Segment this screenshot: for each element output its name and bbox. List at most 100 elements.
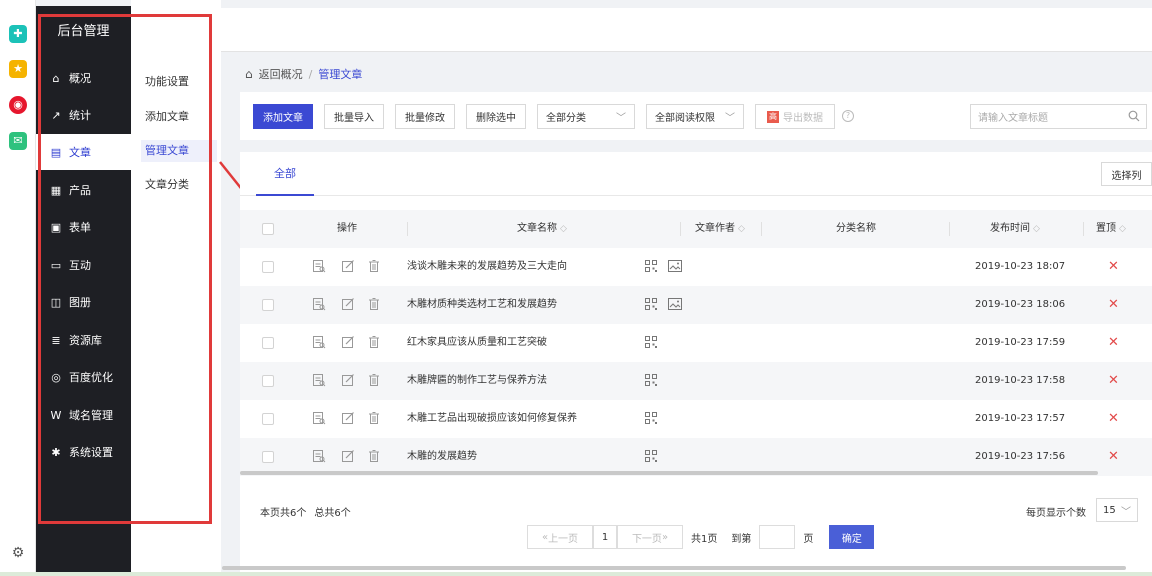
submenu-item-1[interactable]: 功能设置 <box>141 71 217 93</box>
sort-icon: ◇ <box>1033 224 1040 234</box>
page-number-button[interactable]: 1 <box>593 525 617 549</box>
not-pinned-icon[interactable]: ✕ <box>1108 438 1119 476</box>
qrcode-icon[interactable] <box>645 260 657 272</box>
article-title[interactable]: 木雕材质种类选材工艺和发展趋势 <box>407 286 557 324</box>
not-pinned-icon[interactable]: ✕ <box>1108 400 1119 438</box>
submenu-item-3[interactable]: 管理文章 <box>141 140 217 162</box>
sidebar-item-9[interactable]: ◎ 百度优化 <box>36 359 131 395</box>
qrcode-icon[interactable] <box>645 336 657 348</box>
tab-all[interactable]: 全部 <box>256 152 314 196</box>
preview-icon[interactable] <box>312 449 326 463</box>
article-title[interactable]: 木雕牌匾的制作工艺与保养方法 <box>407 362 547 400</box>
preview-icon[interactable] <box>312 411 326 425</box>
row-checkbox[interactable] <box>262 299 274 311</box>
help-icon[interactable]: ? <box>842 110 854 122</box>
delete-selected-button[interactable]: 删除选中 <box>466 104 526 129</box>
row-checkbox[interactable] <box>262 261 274 273</box>
header-pin[interactable]: 置顶 ◇ <box>1096 210 1126 248</box>
header-date[interactable]: 发布时间 ◇ <box>990 210 1040 248</box>
sidebar-item-label: 文章 <box>69 146 91 159</box>
page-horizontal-scrollbar[interactable] <box>222 566 1126 570</box>
header-category: 分类名称 <box>836 223 876 234</box>
next-page-button[interactable]: 下一页 » <box>617 525 683 549</box>
sidebar-item-3[interactable]: ▤ 文章 <box>36 134 131 170</box>
sidebar-item-6[interactable]: ▭ 互动 <box>36 247 131 283</box>
sidebar-item-label: 表单 <box>69 221 91 234</box>
sidebar-item-2[interactable]: ↗ 统计 <box>36 97 131 133</box>
settings-gear-icon[interactable]: ⚙ <box>9 544 27 562</box>
header-divider <box>680 222 681 236</box>
image-icon[interactable] <box>668 298 682 310</box>
edit-icon[interactable] <box>341 259 355 273</box>
category-select-value: 全部分类 <box>546 113 586 124</box>
not-pinned-icon[interactable]: ✕ <box>1108 362 1119 400</box>
choose-columns-button[interactable]: 选择列 <box>1101 162 1152 186</box>
image-icon[interactable] <box>668 260 682 272</box>
row-checkbox[interactable] <box>262 337 274 349</box>
permission-select[interactable]: 全部阅读权限 ﹀ <box>646 104 744 129</box>
not-pinned-icon[interactable]: ✕ <box>1108 324 1119 362</box>
app-icon[interactable]: ✚ <box>9 25 27 43</box>
batch-import-button[interactable]: 批量导入 <box>324 104 384 129</box>
preview-icon[interactable] <box>312 373 326 387</box>
search-input[interactable]: 请输入文章标题 <box>970 104 1147 129</box>
horizontal-scrollbar[interactable] <box>240 471 1098 475</box>
mail-icon[interactable]: ✉ <box>9 132 27 150</box>
submenu-item-4[interactable]: 文章分类 <box>141 174 217 196</box>
edit-icon[interactable] <box>341 373 355 387</box>
article-title[interactable]: 红木家具应该从质量和工艺突破 <box>407 324 547 362</box>
preview-icon[interactable] <box>312 335 326 349</box>
permission-select-value: 全部阅读权限 <box>655 113 715 124</box>
edit-icon[interactable] <box>341 449 355 463</box>
sidebar-item-1[interactable]: ⌂ 概况 <box>36 60 131 96</box>
sidebar-item-8[interactable]: ≣ 资源库 <box>36 322 131 358</box>
select-all-checkbox[interactable] <box>262 223 274 235</box>
qrcode-icon[interactable] <box>645 374 657 386</box>
qrcode-icon[interactable] <box>645 298 657 310</box>
weibo-icon[interactable]: ◉ <box>9 96 27 114</box>
submenu-item-2[interactable]: 添加文章 <box>141 106 217 128</box>
sidebar-item-10[interactable]: W 域名管理 <box>36 397 131 433</box>
row-checkbox[interactable] <box>262 375 274 387</box>
breadcrumb-back-link[interactable]: 返回概况 <box>259 66 303 82</box>
star-icon[interactable]: ★ <box>9 60 27 78</box>
header-author[interactable]: 文章作者 ◇ <box>695 210 745 248</box>
delete-icon[interactable] <box>367 297 381 311</box>
row-checkbox[interactable] <box>262 413 274 425</box>
preview-icon[interactable] <box>312 259 326 273</box>
preview-icon[interactable] <box>312 297 326 311</box>
article-title[interactable]: 木雕工艺品出现破损应该如何修复保养 <box>407 400 577 438</box>
edit-icon[interactable] <box>341 297 355 311</box>
delete-icon[interactable] <box>367 259 381 273</box>
not-pinned-icon[interactable]: ✕ <box>1108 248 1119 286</box>
batch-edit-button[interactable]: 批量修改 <box>395 104 455 129</box>
export-data-button[interactable]: 高 导出数据 <box>755 104 835 129</box>
article-title[interactable]: 浅谈木雕未来的发展趋势及三大走向 <box>407 248 567 286</box>
sidebar-item-label: 域名管理 <box>69 409 113 422</box>
sidebar-item-11[interactable]: ✱ 系统设置 <box>36 434 131 470</box>
publish-date: 2019-10-23 17:59 <box>975 337 1066 348</box>
delete-icon[interactable] <box>367 335 381 349</box>
header-title[interactable]: 文章名称 ◇ <box>517 210 567 248</box>
sidebar-item-4[interactable]: ▦ 产品 <box>36 172 131 208</box>
delete-icon[interactable] <box>367 411 381 425</box>
prev-page-button[interactable]: « 上一页 <box>527 525 593 549</box>
qrcode-icon[interactable] <box>645 450 657 462</box>
delete-icon[interactable] <box>367 373 381 387</box>
main-sidebar: 后台管理 ⌂ 概况 ↗ 统计 ▤ 文章 ▦ 产品 ▣ 表单 ▭ 互动 ◫ 图册 ≣ 资源库 ◎ 百度优化 W 域名管理… <box>36 6 131 572</box>
edit-icon[interactable] <box>341 411 355 425</box>
edit-icon[interactable] <box>341 335 355 349</box>
goto-page-input[interactable] <box>759 525 796 549</box>
qrcode-icon[interactable] <box>645 412 657 424</box>
per-page-select[interactable]: 15 ﹀ <box>1096 498 1138 522</box>
row-checkbox[interactable] <box>262 451 274 463</box>
header-divider <box>1083 222 1084 236</box>
category-select[interactable]: 全部分类 ﹀ <box>537 104 635 129</box>
sidebar-item-7[interactable]: ◫ 图册 <box>36 284 131 320</box>
search-icon[interactable] <box>1128 110 1140 122</box>
confirm-button[interactable]: 确定 <box>829 525 875 549</box>
sidebar-item-5[interactable]: ▣ 表单 <box>36 209 131 245</box>
delete-icon[interactable] <box>367 449 381 463</box>
not-pinned-icon[interactable]: ✕ <box>1108 286 1119 324</box>
add-article-button[interactable]: 添加文章 <box>253 104 313 129</box>
